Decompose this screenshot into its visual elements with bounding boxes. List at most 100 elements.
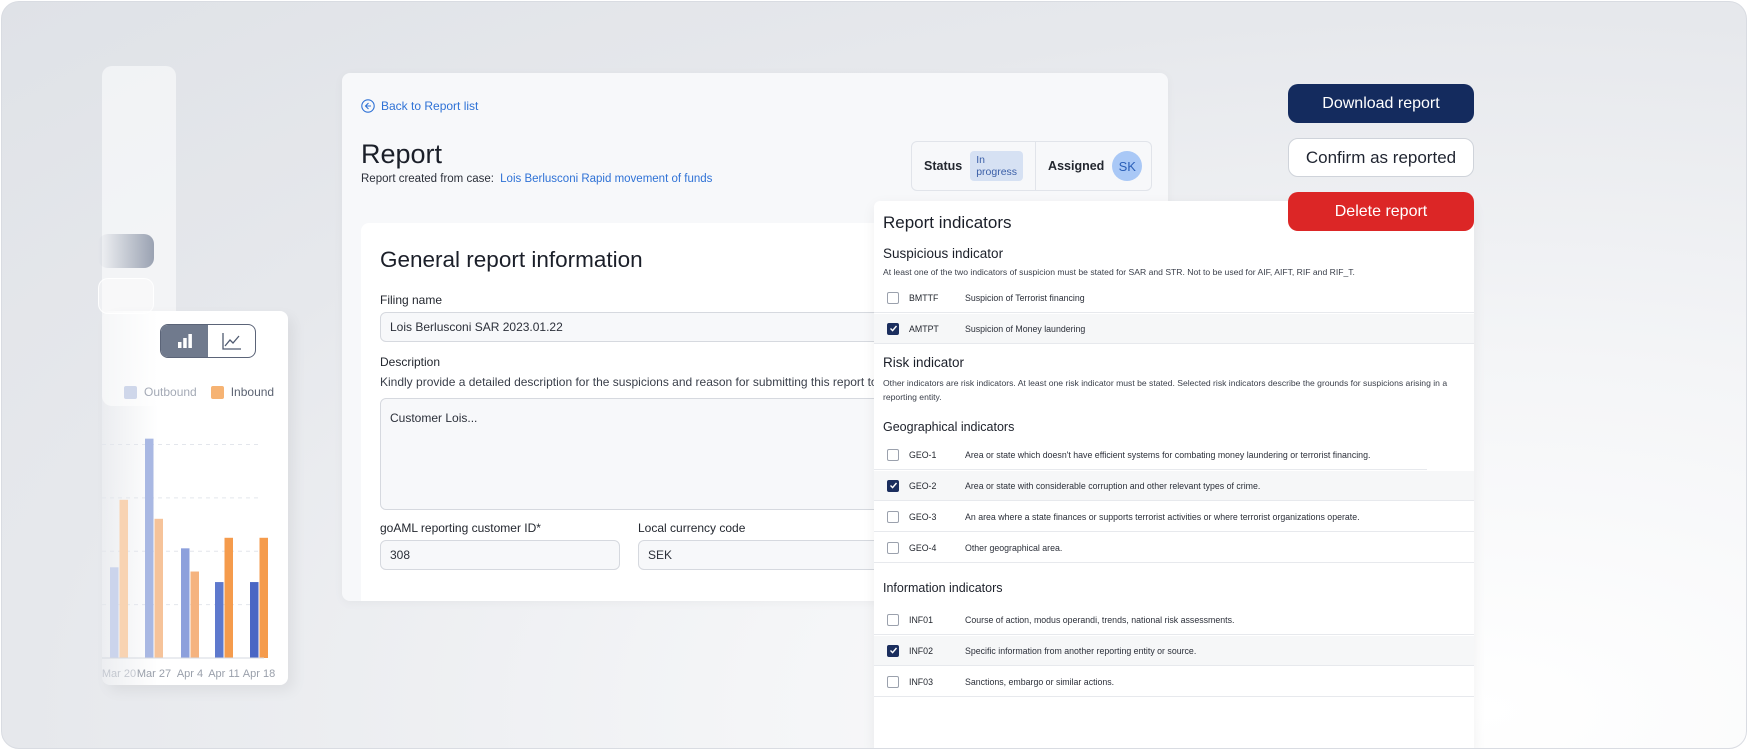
checkbox-checked[interactable] xyxy=(887,322,899,335)
legend-inbound: Inbound xyxy=(210,385,275,399)
customer-id-input[interactable]: 308 xyxy=(380,540,620,570)
indicator-code: GEO-3 xyxy=(909,511,937,522)
bar-outbound[interactable] xyxy=(145,438,154,658)
assigned-cell: Assigned SK xyxy=(1035,142,1154,190)
x-tick-label: Mar 20 xyxy=(102,668,136,680)
bar-inbound[interactable] xyxy=(154,518,164,658)
risk-indicator-title: Risk indicator xyxy=(883,355,965,370)
indicator-description: Specific information from another report… xyxy=(965,645,1197,656)
assigned-label: Assigned xyxy=(1048,159,1105,173)
checkbox[interactable] xyxy=(887,448,899,461)
filing-name-label: Filing name xyxy=(380,293,443,307)
currency-label: Local currency code xyxy=(638,521,746,535)
checkbox-checked[interactable] xyxy=(887,479,899,492)
report-indicators-panel: Report indicators Suspicious indicator A… xyxy=(874,201,1474,748)
x-tick-label: Apr 4 xyxy=(177,668,203,680)
status-badge: In progress xyxy=(970,151,1024,181)
indicator-description: Suspicion of Terrorist financing xyxy=(965,292,1085,303)
background-pill-outline xyxy=(98,278,154,314)
geographical-indicators-title: Geographical indicators xyxy=(883,420,1015,434)
legend-label-inbound: Inbound xyxy=(230,385,275,399)
legend-swatch-outbound xyxy=(124,385,137,399)
chart-card: Outbound Inbound Mar 20 Mar 27 Apr 4 Apr 11… xyxy=(102,311,288,685)
bar-outbound[interactable] xyxy=(215,582,224,658)
indicator-row[interactable]: GEO-1 Area or state which doesn't have e… xyxy=(874,440,1427,470)
description-label: Description xyxy=(380,355,441,369)
general-info-title: General report information xyxy=(380,247,643,272)
description-textarea[interactable]: Customer Lois... xyxy=(380,398,960,510)
check-icon xyxy=(889,482,897,489)
indicator-row[interactable]: GEO-3 An area where a state finances or … xyxy=(874,502,1474,532)
bar-inbound[interactable] xyxy=(259,537,269,658)
status-label: Status xyxy=(924,159,963,173)
legend-swatch-inbound xyxy=(210,385,224,399)
x-tick-label: Mar 27 xyxy=(137,668,171,680)
confirm-as-reported-button[interactable]: Confirm as reported xyxy=(1288,138,1474,177)
indicator-code: GEO-1 xyxy=(909,449,937,460)
indicator-code: GEO-4 xyxy=(909,542,937,553)
avatar[interactable]: SK xyxy=(1112,151,1143,181)
x-tick-label: Apr 18 xyxy=(243,668,275,680)
general-info-card: General report information Filing name L… xyxy=(361,223,961,601)
customer-id-label: goAML reporting customer ID* xyxy=(380,521,541,535)
description-help: Kindly provide a detailed description fo… xyxy=(380,375,889,389)
background-pill xyxy=(98,234,154,268)
information-indicators-title: Information indicators xyxy=(883,581,1003,595)
indicator-description: Other geographical area. xyxy=(965,542,1063,553)
indicator-description: Course of action, modus operandi, trends… xyxy=(965,614,1235,625)
indicator-description: An area where a state finances or suppor… xyxy=(965,511,1360,522)
indicator-row[interactable]: GEO-2 Area or state with considerable co… xyxy=(874,471,1474,501)
chart-type-toggle[interactable] xyxy=(160,324,256,358)
indicator-description: Sanctions, embargo or similar actions. xyxy=(965,676,1115,687)
indicator-row[interactable]: INF02 Specific information from another … xyxy=(874,636,1474,666)
bar-outbound[interactable] xyxy=(181,548,190,658)
bar-inbound[interactable] xyxy=(190,571,200,658)
subtitle-prefix: Report created from case: xyxy=(361,173,494,185)
report-subtitle: Report created from case: Lois Berluscon… xyxy=(361,173,712,185)
checkbox[interactable] xyxy=(887,510,899,523)
legend-label-outbound: Outbound xyxy=(144,385,197,399)
check-icon xyxy=(889,647,897,654)
risk-indicator-note: Other indicators are risk indicators. At… xyxy=(883,378,1448,402)
filing-name-input[interactable]: Lois Berlusconi SAR 2023.01.22 xyxy=(380,312,960,342)
legend-outbound: Outbound xyxy=(124,385,197,399)
report-indicators-title: Report indicators xyxy=(883,213,1012,232)
indicator-row[interactable]: BMTTF Suspicion of Terrorist financing xyxy=(874,283,1474,313)
indicator-description: Suspicion of Money laundering xyxy=(965,323,1086,334)
indicator-description: Area or state with considerable corrupti… xyxy=(965,480,1261,491)
indicator-row[interactable]: INF01 Course of action, modus operandi, … xyxy=(874,605,1474,635)
delete-report-button[interactable]: Delete report xyxy=(1288,192,1474,231)
indicator-code: INF02 xyxy=(909,645,933,656)
checkbox[interactable] xyxy=(887,613,899,626)
status-box: Status In progress Assigned SK xyxy=(911,141,1152,191)
indicator-code: AMTPT xyxy=(909,323,939,334)
arrow-left-circle-icon xyxy=(361,99,375,113)
bar-outbound[interactable] xyxy=(110,567,119,658)
line-chart-toggle-button[interactable] xyxy=(208,325,255,357)
indicator-description: Area or state which doesn't have efficie… xyxy=(965,449,1371,460)
bar-inbound[interactable] xyxy=(224,537,234,658)
chart-legend: Outbound Inbound xyxy=(124,385,274,399)
back-to-report-list-link[interactable]: Back to Report list xyxy=(361,99,478,113)
line-chart-icon xyxy=(221,333,241,350)
bar-chart: Mar 20 Mar 27 Apr 4 Apr 11 Apr 18 xyxy=(102,438,275,680)
indicator-row[interactable]: GEO-4 Other geographical area. xyxy=(874,533,1474,563)
case-link[interactable]: Lois Berlusconi Rapid movement of funds xyxy=(500,173,712,185)
checkbox[interactable] xyxy=(887,291,899,304)
indicator-code: BMTTF xyxy=(909,292,939,303)
bar-inbound[interactable] xyxy=(119,499,129,658)
download-report-button[interactable]: Download report xyxy=(1288,84,1474,123)
checkbox-checked[interactable] xyxy=(887,644,899,657)
indicator-row[interactable]: AMTPT Suspicion of Money laundering xyxy=(874,314,1474,344)
bar-chart-toggle-button[interactable] xyxy=(161,325,208,357)
checkbox[interactable] xyxy=(887,675,899,688)
bar-outbound[interactable] xyxy=(250,582,259,658)
bar-chart-icon xyxy=(177,334,192,348)
suspicious-indicator-title: Suspicious indicator xyxy=(883,246,1004,261)
indicator-row[interactable]: INF03 Sanctions, embargo or similar acti… xyxy=(874,667,1474,697)
check-icon xyxy=(889,325,897,332)
checkbox[interactable] xyxy=(887,541,899,554)
x-tick-label: Apr 11 xyxy=(208,668,240,680)
back-link-label: Back to Report list xyxy=(381,99,479,113)
page-title: Report xyxy=(361,139,443,169)
